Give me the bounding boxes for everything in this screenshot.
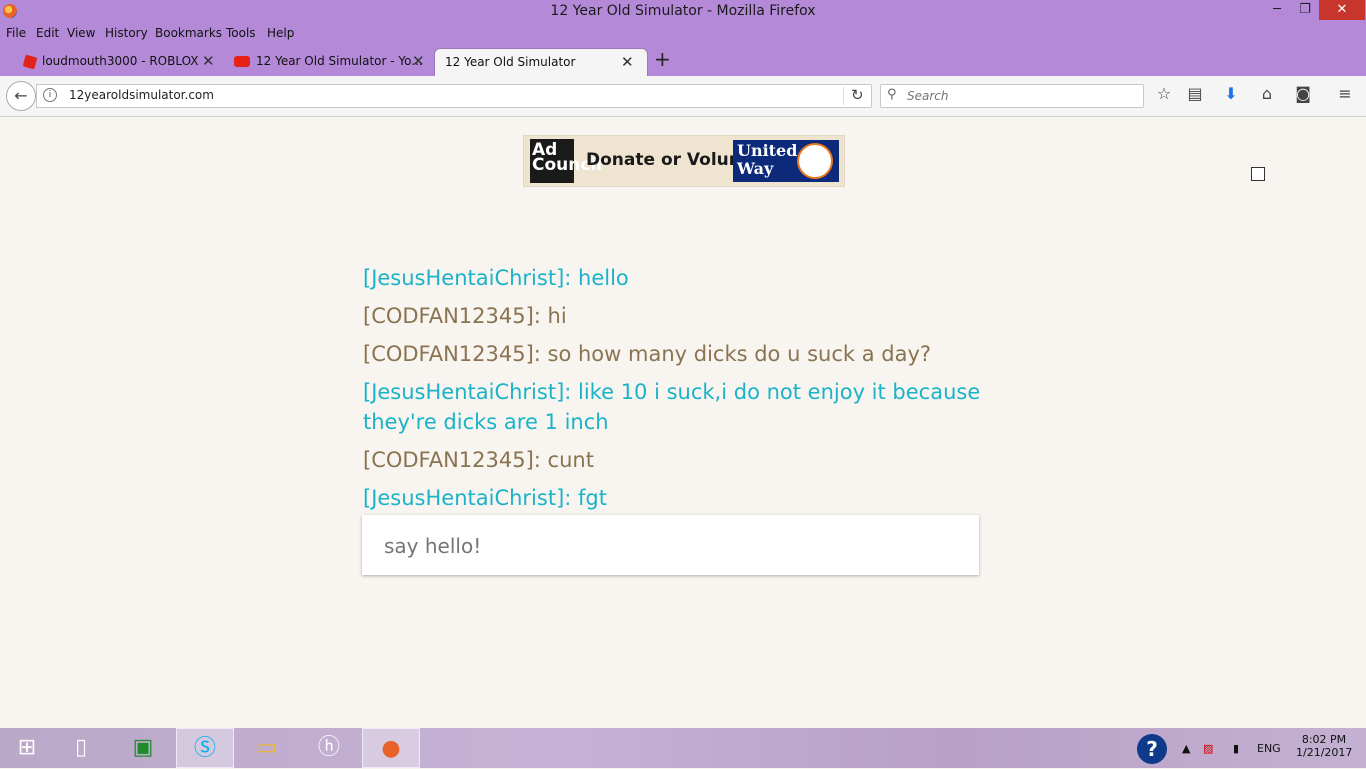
battery-icon[interactable]: ▮ <box>1233 742 1239 755</box>
bookmark-star-icon[interactable]: ☆ <box>1154 84 1174 103</box>
checkbox[interactable] <box>1251 167 1265 181</box>
close-window-button[interactable]: ✕ <box>1319 0 1365 20</box>
pocket-icon[interactable]: ◙ <box>1293 84 1313 103</box>
firefox-taskbar-icon[interactable]: ● <box>362 728 420 768</box>
window-title: 12 Year Old Simulator - Mozilla Firefox <box>550 3 816 19</box>
menu-history[interactable]: History <box>105 26 148 40</box>
language-indicator[interactable]: ENG <box>1257 742 1281 755</box>
close-tab-icon[interactable]: ✕ <box>621 53 634 71</box>
youtube-icon <box>234 56 250 67</box>
tab-12-year-old-simulator[interactable]: 12 Year Old Simulator ✕ <box>434 48 648 77</box>
tab-strip: loudmouth3000 - ROBLOX ✕ 12 Year Old Sim… <box>0 44 1366 77</box>
chat-message: [JesusHentaiChrist]: hello <box>363 266 629 290</box>
file-explorer-icon[interactable]: ▭ <box>240 728 294 768</box>
tab-youtube[interactable]: 12 Year Old Simulator - Yo... ✕ <box>230 48 430 76</box>
chat-log: [JesusHentaiChrist]: hello [CODFAN12345]… <box>363 263 1023 521</box>
tab-label: loudmouth3000 - ROBLOX <box>42 54 199 68</box>
chat-message: [CODFAN12345]: hi <box>363 304 567 328</box>
tab-label: 12 Year Old Simulator <box>445 55 576 69</box>
menu-tools[interactable]: Tools <box>226 26 256 40</box>
menu-help[interactable]: Help <box>267 26 294 40</box>
downloads-icon[interactable]: ⬇ <box>1221 84 1241 103</box>
store-icon[interactable]: ▣ <box>116 728 170 768</box>
search-box[interactable]: ⚲ <box>880 84 1144 108</box>
chat-input-container <box>362 515 979 575</box>
reload-icon[interactable]: ↻ <box>851 86 864 104</box>
search-input[interactable] <box>905 87 1139 105</box>
close-tab-icon[interactable]: ✕ <box>412 52 425 70</box>
url-divider <box>843 87 844 105</box>
united-way-logo: United Way <box>733 140 839 182</box>
new-tab-button[interactable]: + <box>654 47 671 71</box>
clock-date: 1/21/2017 <box>1296 746 1353 759</box>
close-tab-icon[interactable]: ✕ <box>202 52 215 70</box>
menu-bookmarks[interactable]: Bookmarks <box>155 26 222 40</box>
chat-message: [CODFAN12345]: cunt <box>363 448 594 472</box>
minimize-button[interactable]: ─ <box>1264 0 1290 20</box>
bookmarks-menu-icon[interactable]: ▤ <box>1185 84 1205 103</box>
menu-view[interactable]: View <box>67 26 95 40</box>
help-icon[interactable]: ? <box>1137 734 1167 764</box>
window-title-bar: 12 Year Old Simulator - Mozilla Firefox … <box>0 0 1366 24</box>
united-way-text: United Way <box>737 141 798 178</box>
clock[interactable]: 8:02 PM 1/21/2017 <box>1296 733 1352 759</box>
show-hidden-icons-icon[interactable]: ▲ <box>1182 742 1190 755</box>
url-text[interactable]: 12yearoldsimulator.com <box>69 88 214 102</box>
tab-label: 12 Year Old Simulator - Yo... <box>256 54 423 68</box>
chat-message: [JesusHentaiChrist]: fgt <box>363 486 607 510</box>
ad-banner[interactable]: Ad Council Donate or Volunteer United Wa… <box>523 135 845 187</box>
site-info-icon[interactable]: i <box>43 88 57 102</box>
hp-icon[interactable]: ⓗ <box>302 728 356 768</box>
roblox-icon <box>22 54 38 70</box>
start-button-icon[interactable]: ⊞ <box>0 728 54 768</box>
chat-message: [JesusHentaiChrist]: like 10 i suck,i do… <box>363 380 981 434</box>
back-button[interactable]: ← <box>6 81 36 111</box>
maximize-button[interactable]: ❐ <box>1292 0 1318 20</box>
menu-bar: File Edit View History Bookmarks Tools H… <box>0 24 1366 44</box>
chat-input[interactable] <box>382 531 956 561</box>
skype-icon[interactable]: Ⓢ <box>176 728 234 768</box>
file-icon[interactable]: ▯ <box>54 728 108 768</box>
network-icon[interactable]: ▨ <box>1203 742 1213 755</box>
search-icon: ⚲ <box>887 87 897 102</box>
clock-time: 8:02 PM <box>1301 733 1347 746</box>
united-way-emblem-icon <box>797 143 833 179</box>
hamburger-menu-icon[interactable]: ≡ <box>1335 84 1355 103</box>
chat-message: [CODFAN12345]: so how many dicks do u su… <box>363 342 932 366</box>
tab-roblox[interactable]: loudmouth3000 - ROBLOX ✕ <box>20 48 220 76</box>
ad-council-logo: Ad Council <box>530 139 602 183</box>
home-icon[interactable]: ⌂ <box>1257 84 1277 103</box>
menu-edit[interactable]: Edit <box>36 26 59 40</box>
menu-file[interactable]: File <box>6 26 26 40</box>
url-bar[interactable]: i 12yearoldsimulator.com ↻ <box>36 84 872 108</box>
